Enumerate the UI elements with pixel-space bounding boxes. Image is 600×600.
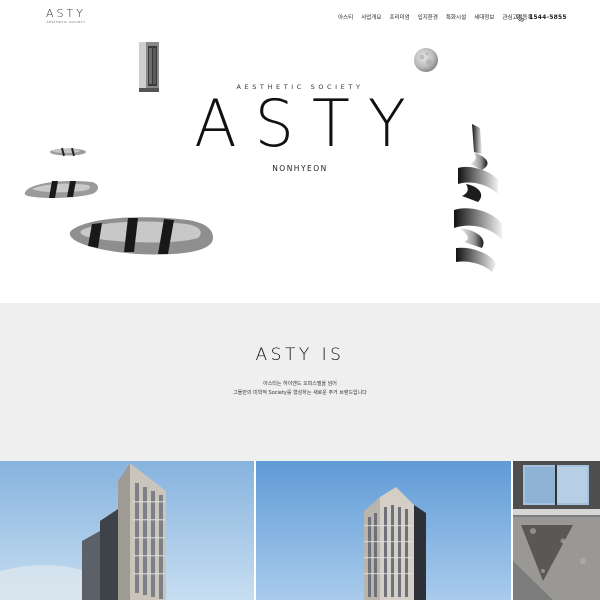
intro-title: ASTY IS — [255, 345, 345, 365]
hero-section: AESTHETIC SOCIETY ASTY NONHYEON — [0, 40, 600, 303]
nav-item-location[interactable]: 입지환경 — [418, 14, 438, 22]
logo-subtitle: AESTHETIC SOCIETY — [46, 20, 86, 24]
logo[interactable]: ASTY AESTHETIC SOCIETY — [46, 7, 86, 25]
hero-subtitle: NONHYEON — [272, 164, 328, 173]
phone-contact[interactable]: 1544-5855 — [516, 14, 567, 22]
nav-item-premium[interactable]: 프리미엄 — [389, 14, 409, 22]
nav-item-units[interactable]: 세대정보 — [474, 14, 494, 22]
medium-stone-image — [24, 181, 98, 199]
phone-icon — [516, 14, 524, 22]
intro-text-line-2: 그들만의 미학적 Society를 형성하는 새로운 주거 브랜드입니다 — [233, 390, 367, 396]
phone-number: 1544-5855 — [529, 14, 567, 21]
gallery-image-building-detail[interactable] — [513, 461, 600, 600]
logo-text: ASTY — [46, 7, 86, 20]
image-gallery — [0, 461, 600, 600]
main-nav: 아스티 사업개요 프리미엄 입지환경 특화시설 세대정보 관심고객등록 — [338, 14, 533, 22]
gallery-image-building-center[interactable] — [256, 461, 511, 600]
gallery-image-building-left[interactable] — [0, 461, 254, 600]
large-stone-image — [69, 217, 213, 255]
intro-section: ASTY IS 아스티는 하이엔드 오피스텔을 넘어 그들만의 미학적 Soci… — [0, 303, 600, 461]
hero-title: ASTY — [194, 85, 424, 162]
site-header: ASTY AESTHETIC SOCIETY 아스티 사업개요 프리미엄 입지환… — [0, 0, 600, 40]
intro-text-line-1: 아스티는 하이엔드 오피스텔을 넘어 — [263, 381, 337, 387]
moon-image — [414, 48, 438, 72]
nav-item-asty[interactable]: 아스티 — [338, 14, 353, 22]
nav-item-overview[interactable]: 사업개요 — [361, 14, 381, 22]
nav-item-facilities[interactable]: 특화시설 — [446, 14, 466, 22]
